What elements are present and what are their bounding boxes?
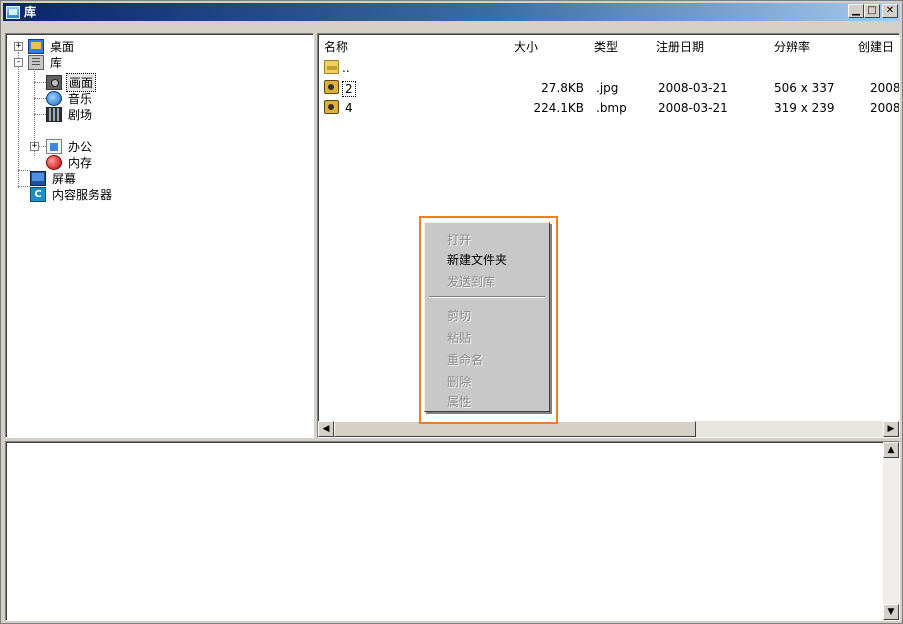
desktop-icon bbox=[28, 38, 44, 54]
file-resolution: 506 x 337 bbox=[774, 81, 835, 95]
menu-item-paste: 粘贴 bbox=[447, 331, 472, 345]
file-registered-date: 2008-03-21 bbox=[658, 101, 728, 115]
tree-line bbox=[18, 186, 30, 187]
tree-item-office[interactable]: 办公 bbox=[46, 138, 94, 154]
tree-line bbox=[34, 114, 46, 115]
image-file-icon bbox=[324, 100, 339, 114]
tree-item-content-server[interactable]: C 内容服务器 bbox=[30, 186, 114, 202]
tree-item-screen[interactable]: 屏幕 bbox=[30, 170, 78, 186]
content-server-icon: C bbox=[30, 186, 46, 202]
library-window: 库 ▁ □ ✕ + 桌面 - 库 画面 音乐 剧场 + 办公 内存 屏幕 C 内… bbox=[0, 0, 903, 624]
tree-item-label: 桌面 bbox=[50, 39, 75, 54]
screen-icon bbox=[30, 170, 46, 186]
context-menu: 打开 新建文件夹 发送到库 剪切 粘贴 重命名 删除 属性 bbox=[424, 222, 550, 412]
file-list-pane[interactable]: 名称 大小 类型 注册日期 分辨率 创建日 .. 2 27.8KB .jpg 2… bbox=[317, 33, 900, 438]
menu-separator bbox=[429, 296, 545, 298]
tree-item-label: 音乐 bbox=[68, 91, 93, 106]
column-header-resolution[interactable]: 分辨率 bbox=[774, 38, 810, 55]
list-header: 名称 大小 类型 注册日期 分辨率 创建日 bbox=[318, 34, 899, 54]
folder-up-icon bbox=[324, 60, 339, 74]
expand-office-toggle[interactable]: + bbox=[30, 142, 39, 151]
file-created: 2008 bbox=[870, 81, 900, 95]
tree-item-memory[interactable]: 内存 bbox=[46, 154, 94, 170]
tree-line bbox=[34, 98, 46, 99]
table-row[interactable]: 2 27.8KB .jpg 2008-03-21 506 x 337 2008 bbox=[318, 80, 900, 97]
file-resolution: 319 x 239 bbox=[774, 101, 835, 115]
column-header-registered-date[interactable]: 注册日期 bbox=[656, 38, 704, 55]
tree-item-label: 剧场 bbox=[68, 107, 93, 122]
menu-item-properties: 属性 bbox=[447, 395, 472, 409]
tree-item-theater[interactable]: 剧场 bbox=[46, 106, 94, 122]
maximize-button[interactable]: □ bbox=[864, 4, 880, 18]
minimize-button[interactable]: ▁ bbox=[848, 4, 864, 18]
file-size: 27.8KB bbox=[541, 81, 584, 95]
column-header-size[interactable]: 大小 bbox=[514, 38, 538, 55]
title-bar[interactable]: 库 ▁ □ ✕ bbox=[3, 3, 900, 21]
vertical-scrollbar[interactable]: ▲ ▼ bbox=[883, 442, 899, 620]
menu-item-delete: 删除 bbox=[447, 375, 472, 389]
library-icon bbox=[28, 54, 44, 70]
table-row[interactable]: .. bbox=[318, 60, 899, 76]
tree-item-desktop[interactable]: 桌面 bbox=[28, 38, 76, 54]
scroll-up-button[interactable]: ▲ bbox=[883, 442, 899, 458]
tree-line bbox=[18, 170, 30, 171]
scroll-down-button[interactable]: ▼ bbox=[883, 604, 899, 620]
menu-item-new-folder[interactable]: 新建文件夹 bbox=[447, 251, 507, 268]
preview-pane[interactable]: ▲ ▼ bbox=[5, 441, 900, 621]
collapse-library-toggle[interactable]: - bbox=[14, 58, 23, 67]
close-button[interactable]: ✕ bbox=[882, 4, 898, 18]
image-file-icon bbox=[324, 80, 339, 94]
file-name: .. bbox=[342, 61, 350, 75]
tree-item-label: 屏幕 bbox=[52, 171, 77, 186]
file-registered-date: 2008-03-21 bbox=[658, 81, 728, 95]
file-type: .jpg bbox=[596, 81, 619, 95]
tree-item-photos[interactable]: 画面 bbox=[46, 72, 97, 92]
file-type: .bmp bbox=[596, 101, 627, 115]
window-title: 库 bbox=[24, 5, 37, 19]
scroll-left-button[interactable]: ◀ bbox=[318, 421, 334, 437]
scroll-right-button[interactable]: ▶ bbox=[883, 421, 899, 437]
tree-item-library[interactable]: 库 bbox=[28, 54, 64, 70]
menu-item-open: 打开 bbox=[447, 233, 472, 247]
film-icon bbox=[46, 106, 62, 122]
app-icon bbox=[6, 5, 20, 19]
file-name: 2 bbox=[342, 81, 356, 97]
music-icon bbox=[46, 90, 62, 106]
menu-item-rename: 重命名 bbox=[447, 353, 484, 367]
tree-item-music[interactable]: 音乐 bbox=[46, 90, 94, 106]
column-header-created[interactable]: 创建日 bbox=[858, 38, 894, 55]
horizontal-scrollbar[interactable]: ◀ ▶ bbox=[318, 421, 899, 437]
expand-desktop-toggle[interactable]: + bbox=[14, 42, 23, 51]
column-header-type[interactable]: 类型 bbox=[594, 38, 618, 55]
column-header-name[interactable]: 名称 bbox=[324, 38, 348, 55]
file-size: 224.1KB bbox=[533, 101, 584, 115]
menu-item-cut: 剪切 bbox=[447, 309, 472, 323]
file-name: 4 bbox=[345, 101, 353, 115]
tree-item-label: 办公 bbox=[68, 139, 93, 154]
tree-item-label: 内存 bbox=[68, 155, 93, 170]
tree-item-label: 内容服务器 bbox=[52, 187, 113, 202]
folder-tree: + 桌面 - 库 画面 音乐 剧场 + 办公 内存 屏幕 C 内容服务器 bbox=[6, 34, 313, 437]
office-icon bbox=[46, 138, 62, 154]
tree-line bbox=[34, 82, 46, 83]
table-row[interactable]: 4 224.1KB .bmp 2008-03-21 319 x 239 2008 bbox=[318, 100, 899, 116]
folder-tree-pane[interactable]: + 桌面 - 库 画面 音乐 剧场 + 办公 内存 屏幕 C 内容服务器 bbox=[5, 33, 314, 438]
menu-item-send-to-library: 发送到库 bbox=[447, 275, 496, 289]
tree-line bbox=[18, 52, 19, 188]
memory-icon bbox=[46, 154, 62, 170]
photo-icon bbox=[46, 74, 62, 90]
tree-item-label: 库 bbox=[50, 55, 63, 70]
file-created: 2008 bbox=[870, 101, 900, 115]
